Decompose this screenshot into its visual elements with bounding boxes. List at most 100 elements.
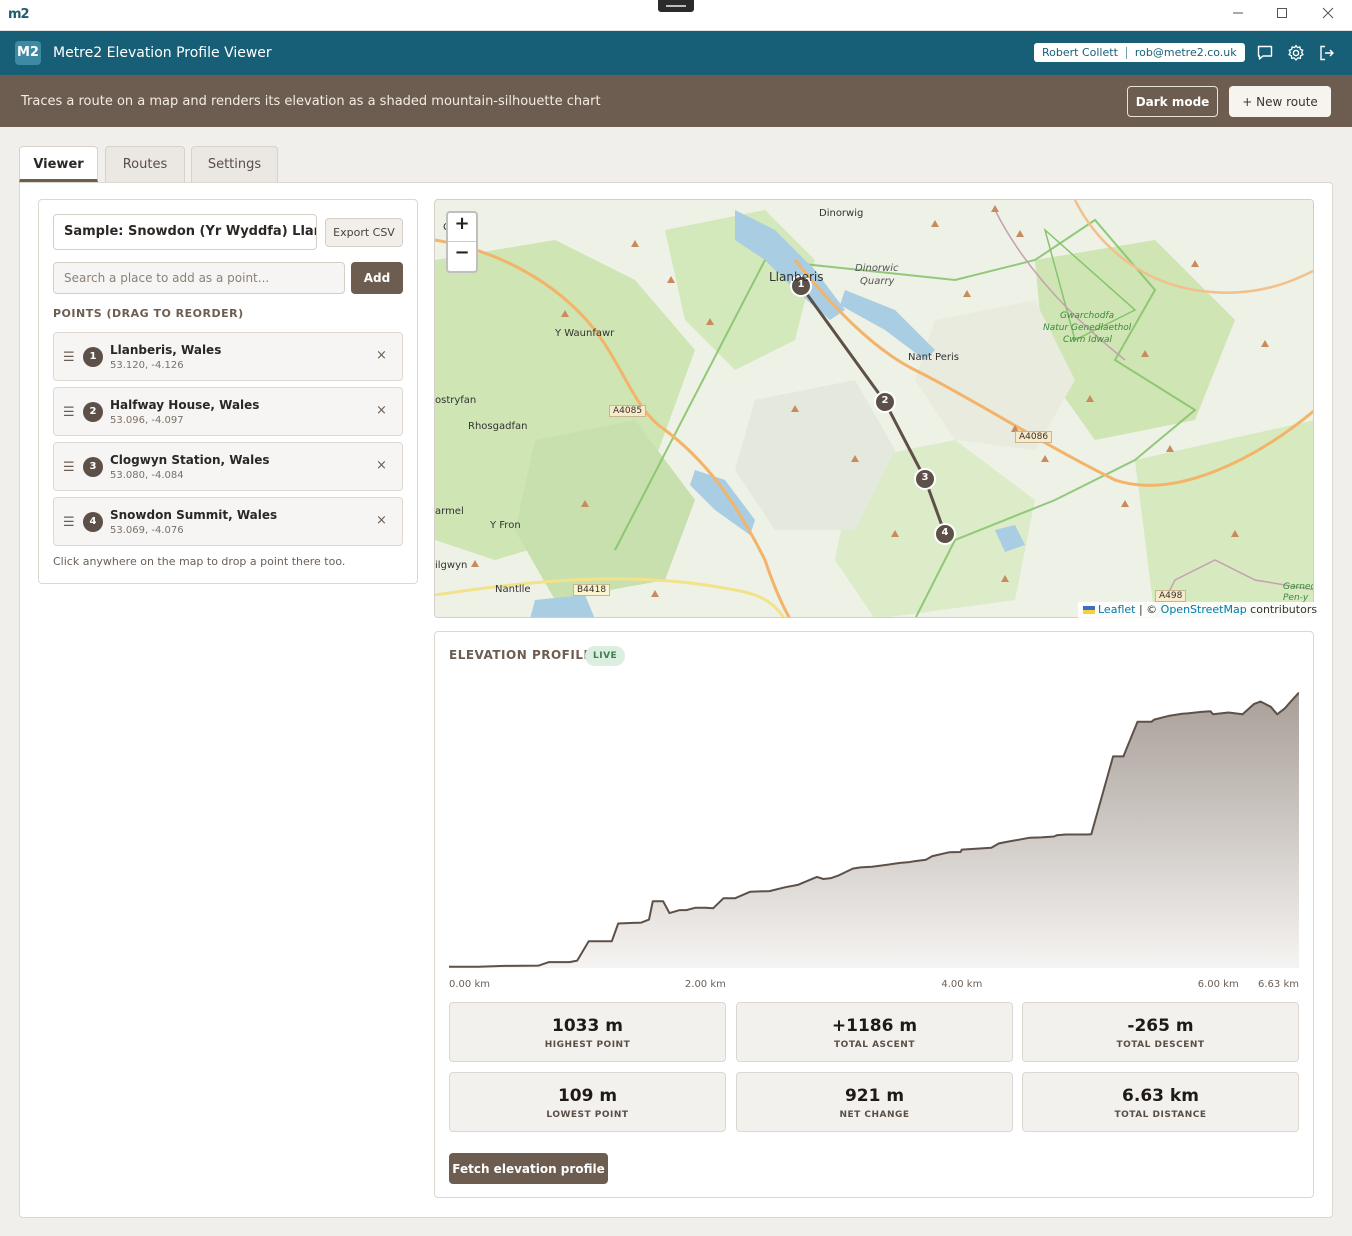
route-map[interactable]: 1 2 3 4 C o Dinorwig Llanberis Dinorwic …: [434, 199, 1314, 618]
stat-label: TOTAL DISTANCE: [1114, 1110, 1207, 1120]
new-route-button[interactable]: + New route: [1229, 86, 1331, 117]
stat-lowest-point: 109 m LOWEST POINT: [449, 1072, 726, 1132]
maximize-button[interactable]: [1259, 4, 1305, 26]
tab-routes[interactable]: Routes: [105, 146, 185, 182]
ukraine-flag-icon: [1083, 606, 1095, 614]
user-chip[interactable]: Robert Collett rob@metre2.co.uk: [1034, 43, 1245, 62]
map-label: Gwarchodfa: [1060, 311, 1115, 321]
point-number: 1: [83, 347, 103, 367]
map-label: Y Fron: [490, 520, 521, 531]
x-tick-label: 2.00 km: [685, 979, 726, 990]
x-tick-label: 6.00 km: [1198, 979, 1239, 990]
map-label: Rhosgadfan: [468, 421, 528, 432]
stat-total-descent: -265 m TOTAL DESCENT: [1022, 1002, 1299, 1062]
tab-viewer[interactable]: Viewer: [19, 146, 98, 182]
map-label: Quarry: [860, 276, 895, 287]
stat-label: NET CHANGE: [839, 1110, 910, 1120]
maximize-icon: [1277, 8, 1287, 18]
map-label: A4085: [609, 405, 647, 417]
elevation-area: [449, 692, 1299, 968]
point-coords: 53.096, -4.097: [110, 415, 184, 426]
add-point-button[interactable]: Add: [351, 262, 403, 294]
map-label: B4418: [573, 584, 611, 596]
stat-value: +1186 m: [831, 1016, 918, 1036]
point-item[interactable]: ☰ 3 Clogwyn Station, Wales 53.080, -4.08…: [53, 442, 403, 491]
point-name: Snowdon Summit, Wales: [110, 508, 278, 522]
stat-value: 1033 m: [552, 1016, 623, 1036]
remove-point-icon[interactable]: ×: [376, 348, 387, 363]
export-csv-button[interactable]: Export CSV: [325, 218, 403, 247]
x-tick-label: 0.00 km: [449, 979, 490, 990]
attribution-sep: | ©: [1135, 603, 1161, 616]
stat-value: -265 m: [1127, 1016, 1194, 1036]
point-name: Llanberis, Wales: [110, 343, 222, 357]
user-chip-divider: [1125, 46, 1127, 59]
zoom-out-button[interactable]: −: [448, 242, 476, 271]
point-coords: 53.069, -4.076: [110, 525, 184, 536]
x-tick-label: 4.00 km: [941, 979, 982, 990]
map-label: A498: [1155, 590, 1187, 602]
status-badge: LIVE: [585, 646, 626, 666]
minimize-button[interactable]: [1215, 4, 1261, 26]
map-label: Y Waunfawr: [555, 328, 615, 339]
remove-point-icon[interactable]: ×: [376, 458, 387, 473]
drag-handle-icon[interactable]: ☰: [63, 405, 75, 420]
dark-mode-button[interactable]: Dark mode: [1127, 86, 1218, 117]
close-window-button[interactable]: [1305, 4, 1351, 26]
remove-point-icon[interactable]: ×: [376, 513, 387, 528]
remove-point-icon[interactable]: ×: [376, 403, 387, 418]
map-label: Garnec: [1283, 582, 1314, 592]
zoom-in-button[interactable]: +: [448, 213, 476, 242]
map-zoom-control: + −: [446, 211, 478, 273]
stat-highest-point: 1033 m HIGHEST POINT: [449, 1002, 726, 1062]
logout-icon[interactable]: [1317, 43, 1337, 63]
marker-label[interactable]: 3: [919, 472, 931, 483]
app-description: Traces a route on a map and renders its …: [21, 94, 601, 109]
marker-label[interactable]: 2: [879, 395, 891, 406]
map-label: Natur Genedlaethol: [1043, 323, 1132, 333]
stat-label: TOTAL ASCENT: [834, 1040, 915, 1050]
stat-net-change: 921 m NET CHANGE: [736, 1072, 1013, 1132]
window-titlebar: m2: [0, 0, 1352, 31]
drag-handle-icon[interactable]: ☰: [63, 350, 75, 365]
map-click-hint: Click anywhere on the map to drop a poin…: [53, 555, 346, 568]
tab-settings[interactable]: Settings: [191, 146, 278, 182]
point-name: Clogwyn Station, Wales: [110, 453, 270, 467]
attribution-contributors: contributors: [1246, 603, 1318, 616]
user-email: rob@metre2.co.uk: [1134, 46, 1237, 59]
route-name-field[interactable]: Sample: Snowdon (Yr Wyddfa) Llanberis Pa…: [53, 214, 317, 250]
map-label: Nantlle: [495, 584, 531, 595]
fetch-elevation-button[interactable]: Fetch elevation profile: [449, 1153, 608, 1184]
stat-value: 109 m: [557, 1086, 618, 1106]
close-icon: [1322, 7, 1334, 19]
marker-label[interactable]: 4: [939, 527, 951, 538]
app-title: Metre2 Elevation Profile Viewer: [53, 45, 272, 61]
gear-icon[interactable]: [1286, 43, 1306, 63]
user-name: Robert Collett: [1042, 46, 1118, 59]
drag-handle-icon[interactable]: ☰: [63, 515, 75, 530]
stat-label: LOWEST POINT: [546, 1110, 629, 1120]
app-logo: m2: [8, 7, 30, 22]
place-search-input[interactable]: [53, 262, 345, 294]
snap-grip[interactable]: [658, 0, 694, 12]
point-item[interactable]: ☰ 2 Halfway House, Wales 53.096, -4.097 …: [53, 387, 403, 436]
map-label: Llanberis: [769, 270, 824, 284]
feedback-icon[interactable]: [1255, 43, 1275, 63]
point-number: 4: [83, 512, 103, 532]
map-label: ostryfan: [435, 395, 477, 406]
map-label: armel: [435, 506, 464, 517]
stat-total-ascent: +1186 m TOTAL ASCENT: [736, 1002, 1013, 1062]
map-label: Dinorwig: [819, 208, 864, 219]
leaflet-link[interactable]: Leaflet: [1098, 603, 1135, 616]
drag-handle-icon[interactable]: ☰: [63, 460, 75, 475]
elevation-chart: 0.00 km 2.00 km 4.00 km 6.00 km 6.63 km: [449, 691, 1299, 990]
map-attribution: Leaflet | © OpenStreetMap contributors: [1078, 602, 1323, 618]
osm-link[interactable]: OpenStreetMap: [1161, 603, 1247, 616]
elevation-title: ELEVATION PROFILE: [449, 648, 593, 662]
map-label: Dinorwic: [855, 263, 899, 274]
stat-total-distance: 6.63 km TOTAL DISTANCE: [1022, 1072, 1299, 1132]
point-name: Halfway House, Wales: [110, 398, 260, 412]
point-item[interactable]: ☰ 1 Llanberis, Wales 53.120, -4.126 ×: [53, 332, 403, 381]
point-item[interactable]: ☰ 4 Snowdon Summit, Wales 53.069, -4.076…: [53, 497, 403, 546]
stat-label: TOTAL DESCENT: [1116, 1040, 1205, 1050]
